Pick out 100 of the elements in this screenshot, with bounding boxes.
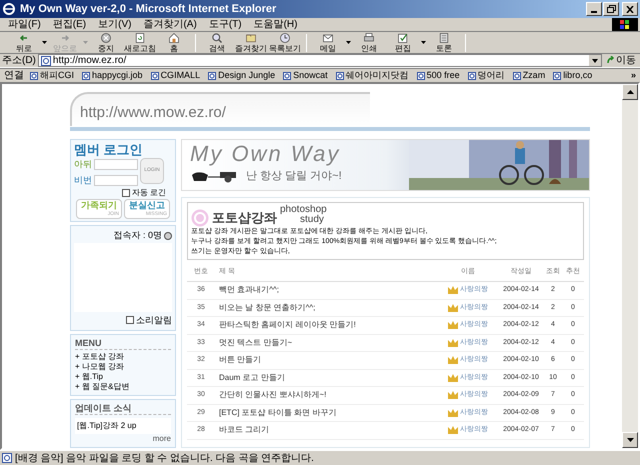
windows-logo-icon [612, 18, 638, 31]
page-icon [512, 72, 521, 80]
menu-link[interactable]: + 포토샵 강좌 [75, 352, 171, 362]
scroll-up-button[interactable] [622, 84, 638, 100]
board-subtitle: photoshop [280, 205, 327, 215]
menu-link[interactable]: + 나모웹 강좌 [75, 362, 171, 372]
mail-icon [321, 32, 335, 44]
more-links-button[interactable]: » [630, 68, 636, 82]
caret-icon [346, 41, 351, 44]
sound-alarm-checkbox[interactable]: 소리알림 [126, 314, 172, 327]
favorite-link[interactable]: CGIMALL [150, 68, 200, 82]
restore-button[interactable] [603, 2, 619, 16]
updates-title: 업데이트 소식 [75, 403, 171, 415]
page-icon [553, 72, 562, 80]
dropdown-button[interactable] [589, 55, 601, 66]
post-title-link[interactable]: 빽먼 효과내기^^; [215, 284, 438, 296]
banner-title: My Own Way [190, 140, 340, 168]
password-field[interactable] [94, 174, 138, 186]
post-title-link[interactable]: 간단히 인물사진 뽀샤시하게~! [215, 389, 438, 402]
refresh-icon [133, 32, 147, 44]
update-link[interactable]: [웹.Tip]강좌 2 up [77, 420, 169, 432]
post-title-link[interactable]: Daum 로고 만들기 [215, 372, 438, 384]
window-title: My Own Way ver-2,0 - Microsoft Internet Explorer [20, 2, 276, 17]
edit-icon [396, 32, 410, 44]
links-label: 연결 [4, 69, 24, 83]
menu-item[interactable]: 편집(E) [52, 17, 86, 32]
favorite-link[interactable]: 500 free [416, 68, 460, 82]
post-title-link[interactable]: 버튼 만들기 [215, 354, 438, 366]
page-icon [468, 72, 476, 80]
menu-link[interactable]: + 웹.Tip [75, 372, 171, 382]
up-arrow-icon [626, 90, 634, 94]
menu-item[interactable]: 도움말(H) [254, 17, 298, 32]
toolbar-button[interactable]: 홈 [158, 32, 190, 53]
home-icon [167, 32, 181, 44]
toolbar-button[interactable]: 뒤로 [8, 32, 47, 53]
post-title-link[interactable]: 멋진 텍스트 만들기~ [215, 336, 438, 349]
menu-item[interactable]: 보기(V) [98, 17, 132, 32]
visitor-count: 접속자 : 0명 [113, 229, 162, 242]
more-link[interactable]: more [152, 434, 171, 444]
stop-icon [99, 32, 113, 44]
banner-slogan: 난 항상 달릴 거야~! [246, 169, 342, 184]
toolbar-button[interactable]: 토론 [428, 32, 460, 53]
post-title-link[interactable]: 바코드 그리기 [215, 424, 438, 436]
toolbar-button[interactable]: 목록보기 [269, 32, 301, 53]
search-icon [210, 32, 224, 44]
down-arrow-icon [626, 438, 634, 442]
toolbar-button[interactable]: 중지 [90, 32, 122, 53]
auto-login-checkbox[interactable]: 자동 로긴 [122, 188, 166, 198]
post-title-link[interactable]: [ETC] 포토샵 타이틀 화면 바꾸기 [215, 406, 438, 419]
post-title-link[interactable]: 비오는 날 창문 연출하기^^; [215, 302, 438, 314]
menu-link[interactable]: + 웹 질문&답변 [75, 382, 171, 392]
favorite-link[interactable]: Snowcat [283, 68, 328, 82]
toolbar-button[interactable]: 즐겨찾기 [235, 32, 267, 53]
favorite-link[interactable]: 쉐어아미지닷컴 [336, 68, 409, 82]
id-field[interactable] [94, 159, 138, 170]
close-icon [626, 6, 634, 12]
favorite-link[interactable]: Zzam [512, 68, 546, 82]
address-field[interactable]: http://mow.ez.ro/ [38, 54, 602, 67]
menu-title: MENU [75, 338, 171, 350]
page-icon [82, 72, 90, 80]
status-text: [배경 음악] 음악 파일을 로딩 할 수 없습니다. 다음 곡을 연주합니다. [15, 452, 314, 465]
menu-item[interactable]: 도구(T) [208, 17, 242, 32]
go-arrow-icon [606, 56, 615, 65]
favorite-link[interactable]: 해피CGI [30, 68, 74, 82]
address-label: 주소(D) [2, 54, 36, 68]
login-title: 멤버 로그인 [74, 142, 144, 157]
favorite-link[interactable]: Design Jungle [208, 68, 276, 82]
favorites-icon [244, 32, 258, 44]
toolbar-button[interactable]: 메일 [312, 32, 351, 53]
password-label: 비번 [74, 174, 92, 186]
scrollbar[interactable] [622, 84, 638, 448]
site-url: http://www.mow.ez.ro/ [80, 102, 226, 122]
scroll-down-button[interactable] [622, 432, 638, 448]
menu-item[interactable]: 파일(F) [8, 17, 41, 32]
page-icon [2, 453, 12, 463]
page-icon [208, 72, 216, 80]
favorite-link[interactable]: 덩어리 [468, 68, 505, 82]
toolbar-button[interactable]: 편집 [387, 32, 426, 53]
menu-item[interactable]: 즐겨찾기(A) [143, 17, 197, 32]
settings-icon[interactable] [164, 232, 172, 240]
board-subtitle: study [300, 215, 324, 225]
page-icon [150, 72, 159, 80]
go-button[interactable]: 이동 [604, 53, 638, 68]
print-icon [362, 32, 376, 44]
history-icon [278, 32, 292, 44]
page-icon [416, 72, 425, 80]
page-icon [30, 72, 38, 80]
close-button[interactable] [622, 2, 638, 16]
page-icon [283, 72, 292, 80]
toolbar-button[interactable]: 인쇄 [353, 32, 385, 53]
toolbar-button[interactable]: 검색 [201, 32, 233, 53]
post-title-link[interactable]: 판타스틱한 홈페이지 레이아웃 만들기! [215, 319, 438, 332]
favorite-link[interactable]: happycgi.job [82, 68, 143, 82]
id-label: 아뒤 [74, 158, 92, 171]
toolbar-button[interactable]: 새로고침 [124, 32, 156, 53]
caret-icon [421, 41, 426, 44]
page-icon [336, 72, 344, 80]
restore-icon [606, 5, 616, 13]
minimize-button[interactable] [586, 2, 602, 16]
favorite-link[interactable]: libro,co [553, 68, 592, 82]
